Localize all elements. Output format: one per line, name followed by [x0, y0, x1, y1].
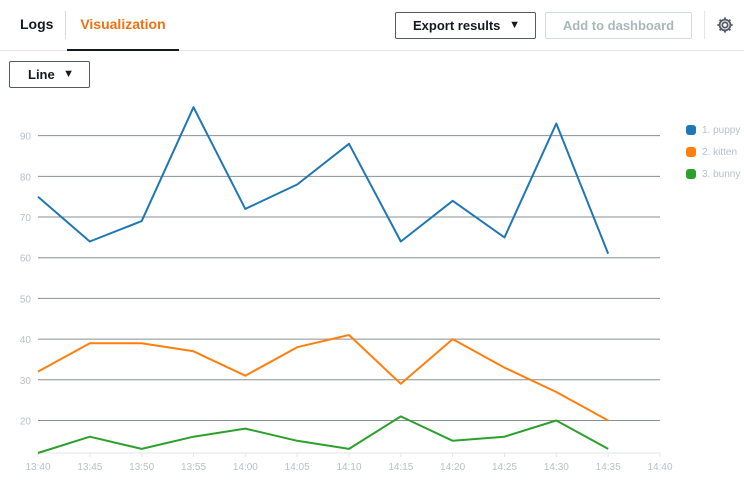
y-tick-label: 20 [20, 416, 32, 427]
x-tick-label: 13:50 [129, 462, 154, 473]
chart-legend: 1. puppy 2. kitten 3. bunny [686, 119, 740, 185]
y-tick-label: 70 [20, 213, 32, 224]
legend-swatch-puppy [686, 125, 696, 135]
chart-type-value: Line [28, 67, 55, 82]
y-tick-label: 40 [20, 335, 32, 346]
y-tick-label: 50 [20, 294, 32, 305]
x-tick-label: 14:30 [544, 462, 569, 473]
series-line-3 [37, 415, 609, 454]
y-tick-label: 90 [20, 132, 32, 143]
legend-swatch-kitten [686, 147, 696, 157]
legend-item[interactable]: 1. puppy [686, 119, 740, 141]
x-tick-label: 14:40 [647, 462, 672, 473]
tab-logs[interactable]: Logs [20, 0, 53, 50]
x-tick-label: 14:25 [492, 462, 517, 473]
x-tick-label: 14:15 [388, 462, 413, 473]
legend-label-bunny: 3. bunny [702, 168, 741, 180]
caret-down-icon: ▼ [509, 19, 520, 31]
chart-type-select[interactable]: Line ▼ [9, 61, 90, 88]
series-line-2 [37, 334, 609, 422]
y-tick-label: 30 [20, 376, 32, 387]
legend-item[interactable]: 3. bunny [686, 163, 740, 185]
export-results-label: Export results [413, 18, 501, 33]
caret-down-icon: ▼ [63, 68, 74, 80]
x-tick-label: 13:45 [77, 462, 102, 473]
line-chart: 20 30 40 50 60 70 80 90 13:40 13:45 13:50 13:55 14:0… [20, 106, 673, 473]
y-tick-label: 60 [20, 254, 32, 265]
gear-icon[interactable] [716, 16, 734, 34]
tab-divider [65, 11, 66, 39]
top-bar: Logs Visualization Export results ▼ Add … [0, 0, 744, 51]
legend-item[interactable]: 2. kitten [686, 141, 740, 163]
legend-label-puppy: 1. puppy [702, 124, 741, 136]
export-results-button[interactable]: Export results ▼ [395, 12, 536, 39]
x-tick-label: 14:35 [596, 462, 621, 473]
x-tick-label: 13:40 [25, 462, 50, 473]
x-tick-label: 14:20 [440, 462, 465, 473]
x-tick-label: 14:00 [233, 462, 258, 473]
x-tick-label: 14:10 [336, 462, 361, 473]
tab-visualization[interactable]: Visualization [67, 0, 179, 51]
add-to-dashboard-button[interactable]: Add to dashboard [545, 12, 692, 39]
x-tick-label: 13:55 [181, 462, 206, 473]
series-line-1 [37, 106, 610, 255]
legend-label-kitten: 2. kitten [702, 146, 738, 158]
x-tick-label: 14:05 [285, 462, 310, 473]
y-tick-label: 80 [20, 172, 32, 183]
legend-swatch-bunny [686, 169, 696, 179]
gear-divider [704, 11, 705, 39]
